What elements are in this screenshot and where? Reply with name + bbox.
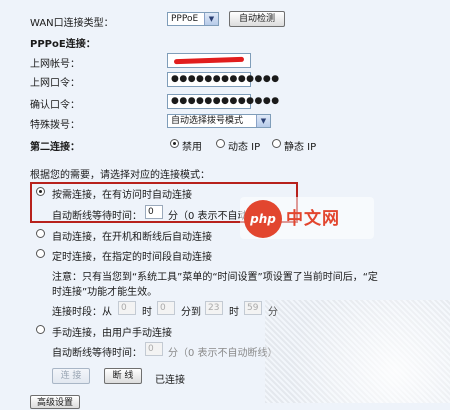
period-label: 连接时段：从: [52, 307, 112, 318]
on-demand-idle-label: 自动断线等待时间：: [52, 211, 142, 222]
second-conn-disabled-radio[interactable]: [170, 139, 179, 148]
wan-type-label: WAN口连接类型：: [30, 18, 114, 29]
php-logo-icon: php: [244, 200, 282, 238]
connection-status: 已连接: [155, 375, 185, 386]
on-demand-label: 按需连接，在有访问时自动连接: [52, 190, 192, 201]
second-conn-dynamic-ip-label: 动态 IP: [228, 142, 261, 153]
second-conn-dynamic-ip-radio[interactable]: [216, 139, 225, 148]
manual-connect-label: 手动连接，由用户手动连接: [52, 328, 172, 339]
pppoe-settings-page: WAN口连接类型： PPPoE ▼ 自动检测 PPPoE连接： 上网帐号： 上网…: [0, 0, 450, 409]
from-hour-input[interactable]: 0: [118, 301, 136, 315]
second-conn-disabled-label: 禁用: [182, 142, 202, 153]
on-demand-radio[interactable]: [36, 187, 45, 196]
second-conn-static-ip-label: 静态 IP: [284, 142, 317, 153]
chevron-down-icon: ▼: [256, 115, 270, 127]
disconnect-button[interactable]: 断 线: [104, 368, 142, 384]
timed-note-line1: 注意：只有当您到“系统工具”菜单的“时间设置”项设置了当前时间后，“定: [52, 272, 378, 283]
noise-overlay: [265, 300, 450, 403]
special-dial-label: 特殊拨号：: [30, 120, 80, 131]
wan-type-value: PPPoE: [171, 14, 199, 24]
special-dial-select[interactable]: 自动选择拨号模式 ▼: [167, 114, 271, 128]
mode-intro: 根据您的需要，请选择对应的连接模式：: [30, 170, 210, 181]
timed-connect-label: 定时连接，在指定的时间段自动连接: [52, 252, 212, 263]
confirm-password-label: 确认口令：: [30, 100, 80, 111]
auto-detect-button[interactable]: 自动检测: [229, 11, 285, 27]
password-label: 上网口令：: [30, 78, 80, 89]
timed-connect-radio[interactable]: [36, 249, 45, 258]
manual-idle-label: 自动断线等待时间：: [52, 348, 142, 359]
from-minute-input[interactable]: 0: [157, 301, 175, 315]
to-hour-input[interactable]: 23: [205, 301, 223, 315]
manual-connect-radio[interactable]: [36, 325, 45, 334]
to-minute-input[interactable]: 59: [244, 301, 262, 315]
second-connection-label: 第二连接：: [30, 142, 80, 153]
minute-to-label: 分到: [181, 307, 201, 318]
auto-connect-radio[interactable]: [36, 229, 45, 238]
account-input[interactable]: [167, 53, 251, 68]
second-conn-static-ip-radio[interactable]: [272, 139, 281, 148]
on-demand-idle-input[interactable]: 0: [145, 205, 163, 219]
redaction-mark: [173, 56, 245, 65]
wan-type-select[interactable]: PPPoE ▼: [167, 12, 219, 26]
advanced-settings-button[interactable]: 高级设置: [30, 395, 80, 409]
manual-idle-suffix: 分（0 表示不自动断线）: [168, 348, 278, 359]
pppoe-section-title: PPPoE连接：: [30, 39, 96, 50]
chevron-down-icon: ▼: [204, 13, 218, 25]
hour-unit-2: 时: [229, 307, 239, 318]
hour-unit-1: 时: [142, 307, 152, 318]
manual-idle-input[interactable]: 0: [145, 342, 163, 356]
connect-button[interactable]: 连 接: [52, 368, 90, 384]
special-dial-value: 自动选择拨号模式: [171, 116, 244, 126]
auto-connect-label: 自动连接，在开机和断线后自动连接: [52, 232, 212, 243]
watermark-text: 中文网: [286, 209, 340, 229]
account-label: 上网帐号：: [30, 59, 80, 70]
timed-note-line2: 时连接”功能才能生效。: [52, 287, 158, 298]
password-input[interactable]: ●●●●●●●●●●●●●: [167, 72, 279, 87]
confirm-password-input[interactable]: ●●●●●●●●●●●●●: [167, 94, 279, 109]
